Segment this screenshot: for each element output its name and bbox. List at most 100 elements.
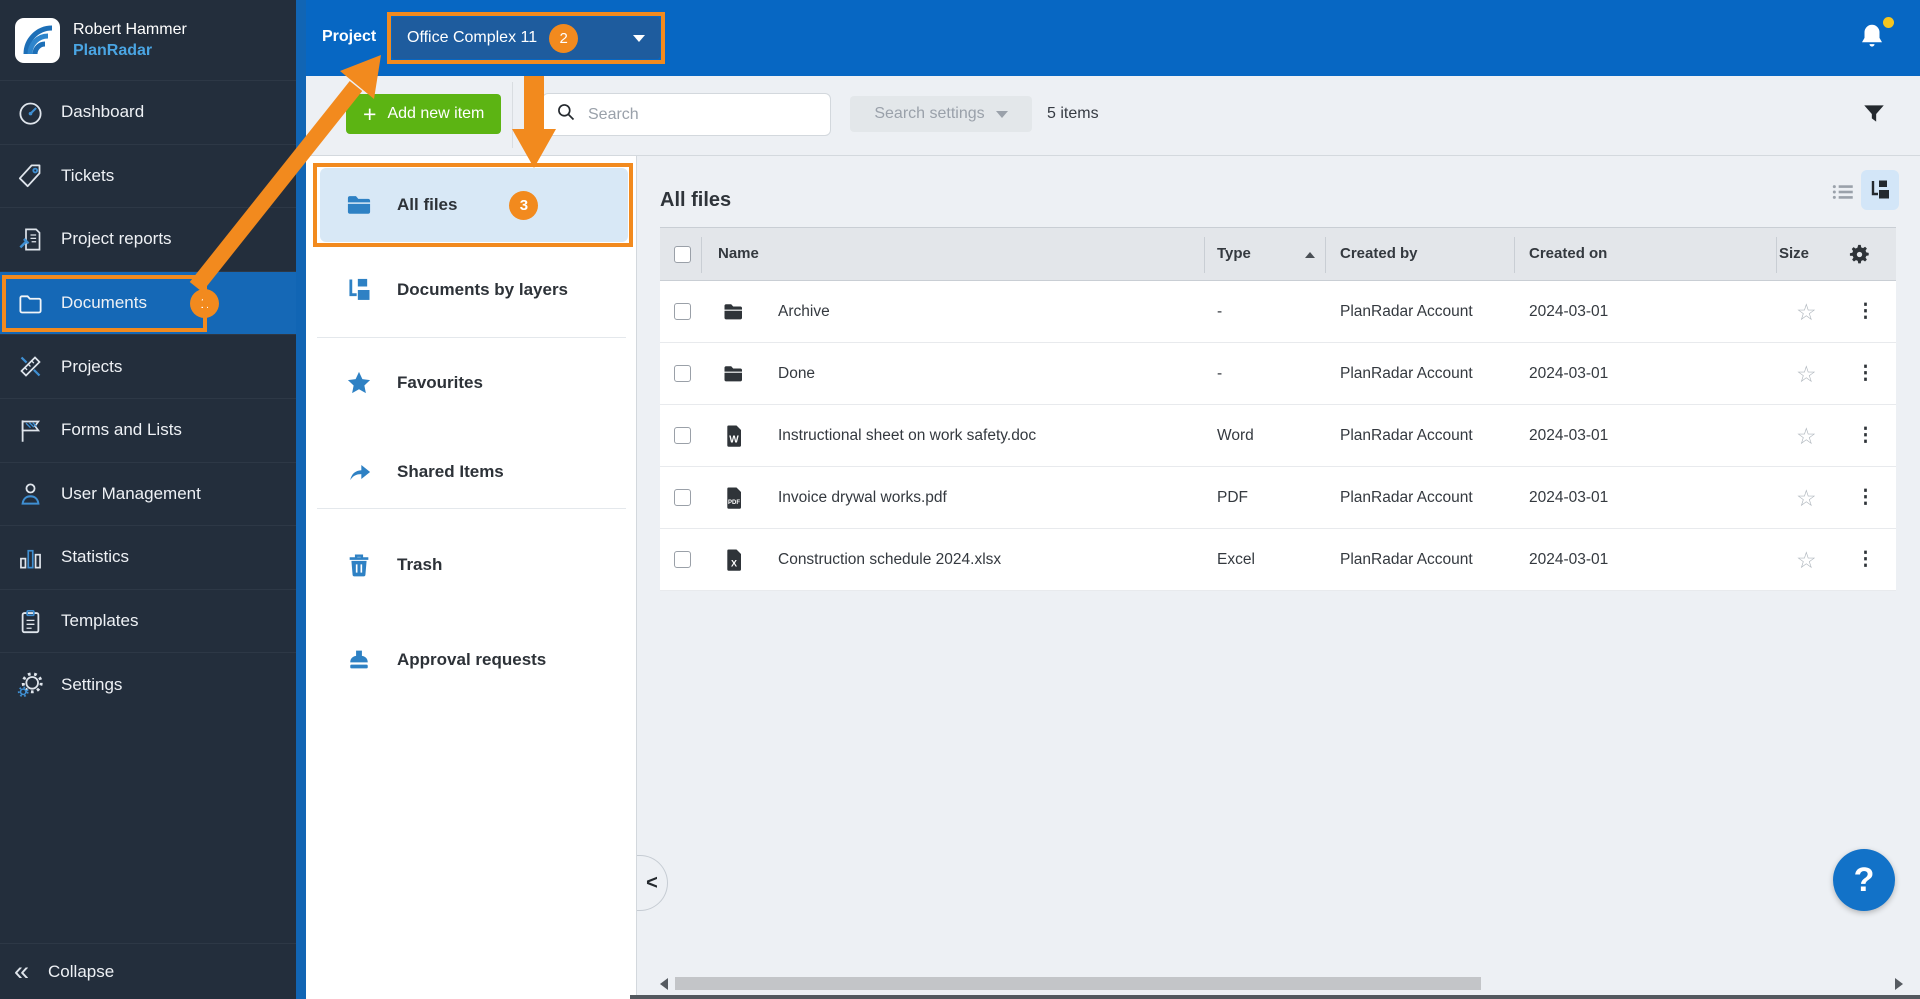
column-header-created-on[interactable]: Created on [1529,228,1607,280]
collapse-chevrons-icon: « [14,956,30,986]
scroll-left-arrow[interactable] [660,978,668,990]
subnav-item-label: Approval requests [397,650,547,669]
file-type: Word [1217,427,1254,444]
account-profile[interactable]: Robert Hammer PlanRadar [0,0,296,80]
subnav-item-all-files[interactable]: All files 3 [306,177,636,233]
scrollbar-thumb[interactable] [675,977,1481,990]
favourite-star-icon[interactable]: ☆ [1796,343,1817,405]
window-bottom-edge [630,995,1920,999]
column-header-type[interactable]: Type [1217,228,1251,280]
column-header-created-by[interactable]: Created by [1340,228,1418,280]
sidebar-item-project-reports[interactable]: Project reports [0,207,296,271]
file-created-on: 2024-03-01 [1529,303,1609,320]
sidebar-item-label: Templates [61,611,139,631]
file-type: - [1217,303,1223,320]
file-type: PDF [1217,489,1248,506]
list-view-toggle-icon[interactable] [1830,179,1856,205]
add-new-item-button[interactable]: + Add new item [346,94,502,134]
tree-view-toggle-button[interactable] [1861,170,1899,210]
scroll-right-arrow[interactable] [1895,978,1903,990]
row-checkbox[interactable] [674,365,691,382]
file-created-on: 2024-03-01 [1529,365,1609,382]
table-row-done[interactable]: Done - PlanRadar Account 2024-03-01 ☆ ⋮ [660,343,1896,405]
notifications-bell-icon[interactable] [1857,21,1887,53]
help-button[interactable]: ? [1833,849,1895,911]
sidebar-item-dashboard[interactable]: Dashboard [0,80,296,144]
pdf-file-icon: PDF [722,486,746,510]
sidebar-item-settings[interactable]: Settings [0,652,296,716]
row-checkbox[interactable] [674,303,691,320]
row-checkbox[interactable] [674,551,691,568]
file-created-on: 2024-03-01 [1529,551,1609,568]
toolbar-divider [512,82,513,148]
subnav-item-trash[interactable]: Trash [306,537,636,593]
favourites-star-icon [345,369,373,397]
tickets-icon [17,162,44,189]
column-settings-gear-icon[interactable] [1848,243,1871,266]
collapse-label: Collapse [48,961,115,981]
subnav-item-approval-requests[interactable]: Approval requests [306,632,636,688]
step-badge-3: 3 [509,190,539,220]
shared-items-icon [345,458,373,486]
project-selector-dropdown[interactable]: Office Complex 11 2 [392,17,660,59]
subnav-item-label: Documents by layers [397,280,569,299]
row-checkbox[interactable] [674,489,691,506]
sidebar-item-statistics[interactable]: Statistics [0,525,296,589]
subnav-item-documents-by-layers[interactable]: Documents by layers [306,262,636,318]
column-header-size[interactable]: Size [1779,228,1809,280]
documents-by-layers-icon [345,276,373,304]
table-row-word-doc[interactable]: W Instructional sheet on work safety.doc… [660,405,1896,467]
file-name: Invoice drywal works.pdf [778,489,947,506]
filter-funnel-icon[interactable] [1861,101,1887,127]
row-checkbox[interactable] [674,427,691,444]
file-name: Instructional sheet on work safety.doc [778,427,1037,444]
favourite-star-icon[interactable]: ☆ [1796,405,1817,467]
sidebar-item-documents[interactable]: Documents 1 [0,270,296,335]
sidebar-item-label: Dashboard [61,102,145,122]
all-files-folder-icon [345,191,373,219]
table-row-excel[interactable]: X Construction schedule 2024.xlsx Excel … [660,529,1896,591]
favourite-star-icon[interactable]: ☆ [1796,467,1817,529]
file-created-by: PlanRadar Account [1340,427,1473,444]
svg-text:PDF: PDF [728,500,740,506]
favourite-star-icon[interactable]: ☆ [1796,529,1817,591]
row-menu-kebab-icon[interactable]: ⋮ [1856,343,1875,405]
favourite-star-icon[interactable]: ☆ [1796,281,1817,343]
horizontal-scrollbar [660,974,1903,992]
chevron-down-icon [995,110,1008,118]
sidebar-item-projects[interactable]: Projects [0,334,296,398]
files-content: < All files Name Type Created by Created… [637,156,1920,999]
search-input[interactable] [586,104,817,125]
row-menu-kebab-icon[interactable]: ⋮ [1856,529,1875,591]
table-row-archive[interactable]: Archive - PlanRadar Account 2024-03-01 ☆… [660,281,1896,343]
items-count: 5 items [1047,105,1099,122]
sidebar-item-user-management[interactable]: User Management [0,461,296,526]
templates-icon [17,608,44,635]
column-header-name[interactable]: Name [718,228,759,280]
subnav-item-favourites[interactable]: Favourites [306,355,636,411]
collapse-panel-handle[interactable]: < [637,855,668,911]
settings-icon [17,671,44,698]
search-settings-label: Search settings [874,105,985,122]
chevron-left-icon: < [646,871,658,894]
file-created-on: 2024-03-01 [1529,427,1609,444]
search-settings-button[interactable]: Search settings [850,96,1032,132]
row-menu-kebab-icon[interactable]: ⋮ [1856,281,1875,343]
sidebar-item-tickets[interactable]: Tickets [0,143,296,208]
sidebar-item-label: User Management [61,483,201,503]
select-all-checkbox[interactable] [674,246,691,263]
sidebar-nav: Dashboard Tickets Project reports Docume… [0,80,296,716]
subnav-item-label: All files [397,195,458,214]
file-created-on: 2024-03-01 [1529,489,1609,506]
project-label: Project [322,28,377,45]
sidebar-collapse-button[interactable]: « Collapse [0,943,296,999]
file-created-by: PlanRadar Account [1340,365,1473,382]
sidebar-item-templates[interactable]: Templates [0,588,296,653]
sidebar-item-forms-and-lists[interactable]: Forms and Lists [0,397,296,462]
row-menu-kebab-icon[interactable]: ⋮ [1856,467,1875,529]
subnav-item-shared-items[interactable]: Shared Items [306,444,636,500]
row-menu-kebab-icon[interactable]: ⋮ [1856,405,1875,467]
search-icon [556,102,576,127]
subnav-item-label: Trash [397,555,443,574]
table-row-pdf[interactable]: PDF Invoice drywal works.pdf PDF PlanRad… [660,467,1896,529]
